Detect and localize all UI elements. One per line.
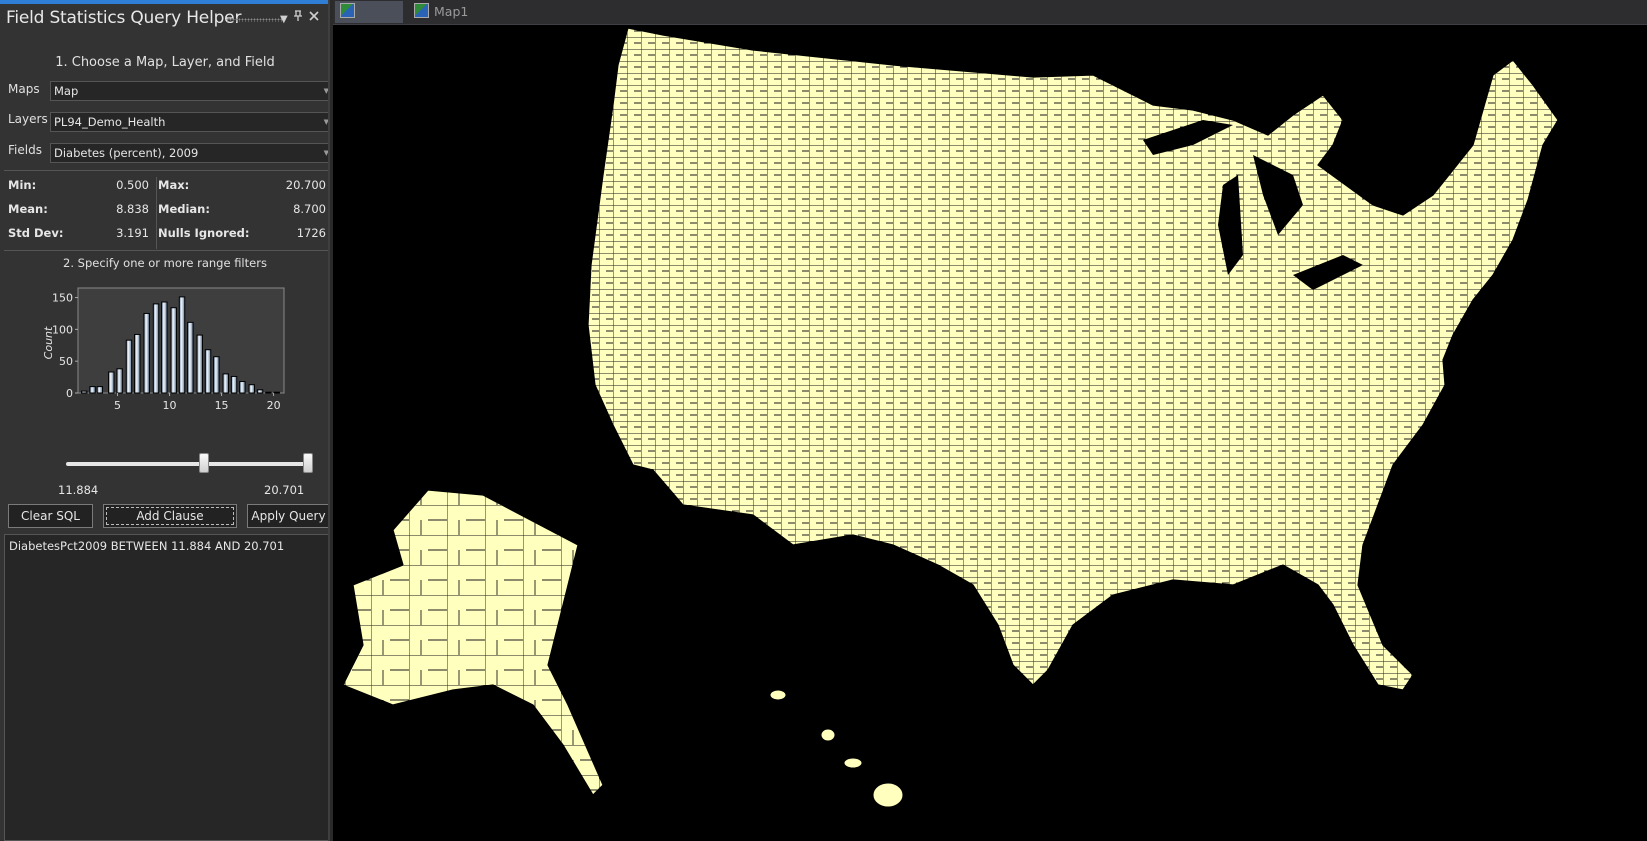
histogram-bar [81, 390, 88, 394]
histogram-bar [230, 375, 238, 394]
pane-title: Field Statistics Query Helper [6, 8, 242, 28]
nulls-ignored-label: Nulls Ignored: [158, 226, 250, 240]
conterminous-us[interactable] [587, 27, 1559, 691]
histogram-bar [222, 373, 229, 394]
y-tick-label: 50 [59, 355, 73, 368]
close-pane-icon[interactable] [309, 10, 319, 26]
histogram-bar [213, 356, 220, 394]
median-label: Median: [158, 202, 210, 216]
y-tick-label: 150 [52, 292, 73, 305]
clear-sql-button[interactable]: Clear SQL [8, 504, 93, 528]
histogram-bar [265, 391, 272, 394]
hawaii[interactable] [769, 689, 904, 808]
tab-label: Map1 [434, 4, 469, 19]
range-slider-low-thumb[interactable] [199, 453, 210, 473]
histogram-bar [196, 334, 203, 394]
nulls-ignored-value: 1726 [296, 226, 326, 240]
histogram-bar [161, 301, 168, 394]
field-statistics-pane: Field Statistics Query Helper ▼ 1. Choos… [0, 0, 334, 841]
maps-value: Map [54, 84, 79, 98]
range-slider-high-thumb[interactable] [303, 453, 313, 473]
tab-map1[interactable]: Map1 [409, 1, 469, 23]
x-tick-label: 20 [267, 399, 281, 412]
layers-value: PL94_Demo_Health [54, 115, 166, 129]
histogram-bar [178, 296, 186, 394]
histogram-bar [187, 321, 194, 394]
range-slider-track[interactable] [66, 462, 311, 466]
std-dev-label: Std Dev: [8, 226, 64, 240]
us-counties-map[interactable] [333, 25, 1647, 841]
maps-label: Maps [8, 82, 40, 96]
tab-map[interactable]: Map✕ [335, 1, 403, 41]
histogram-bar [134, 333, 141, 394]
mean-value: 8.838 [116, 202, 149, 216]
histogram-bar [143, 312, 150, 394]
max-value: 20.700 [285, 178, 326, 192]
pin-icon[interactable] [293, 10, 303, 27]
alaska[interactable] [342, 489, 604, 796]
divider [4, 170, 330, 171]
y-tick-label: 0 [66, 387, 73, 400]
histogram-bar [273, 391, 280, 394]
y-tick-label: 100 [52, 323, 73, 336]
maps-dropdown[interactable]: Map ▼ [50, 81, 334, 101]
histogram-bar [89, 386, 96, 394]
step1-heading: 1. Choose a Map, Layer, and Field [55, 55, 275, 70]
histogram-bar [248, 384, 255, 394]
mean-label: Mean: [8, 202, 48, 216]
layers-dropdown[interactable]: PL94_Demo_Health ▼ [50, 112, 334, 132]
layers-label: Layers [8, 112, 48, 126]
histogram-bar [125, 339, 133, 394]
min-label: Min: [8, 178, 37, 192]
map-icon [340, 3, 355, 18]
map-icon [414, 3, 429, 18]
step2-heading: 2. Specify one or more range filters [63, 256, 267, 270]
min-value: 0.500 [116, 178, 149, 192]
slider-high-value: 20.701 [264, 483, 305, 497]
histogram-bar [170, 307, 177, 394]
histogram-bar [239, 381, 246, 394]
x-tick-label: 15 [215, 399, 229, 412]
slider-low-value: 11.884 [58, 483, 99, 497]
pane-menu-icon[interactable]: ▼ [280, 12, 288, 28]
histogram-bar [204, 349, 212, 394]
std-dev-value: 3.191 [116, 226, 149, 240]
histogram-bar [116, 368, 123, 394]
histogram-bar [96, 386, 104, 394]
stats-divider [156, 177, 157, 249]
fields-dropdown[interactable]: Diabetes (percent), 2009 ▼ [50, 143, 334, 163]
x-tick-label: 10 [163, 399, 177, 412]
map-tab-bar: Map✕ Map1 [333, 0, 1647, 41]
histogram-bar [108, 371, 115, 394]
max-label: Max: [158, 178, 190, 192]
pane-drag-handle[interactable] [226, 18, 282, 22]
divider [4, 250, 330, 251]
apply-query-button[interactable]: Apply Query [247, 504, 330, 528]
histogram-bar [152, 303, 160, 394]
histogram-bar [256, 389, 264, 394]
histogram-chart: 0 50 100 150 5 10 15 20 Count [42, 287, 285, 412]
x-tick-label: 5 [114, 399, 121, 412]
map-view[interactable] [333, 25, 1647, 841]
y-axis-label: Count [42, 326, 55, 359]
sql-expression-textarea[interactable]: DiabetesPct2009 BETWEEN 11.884 AND 20.70… [4, 534, 330, 841]
pane-active-indicator [0, 0, 330, 4]
fields-value: Diabetes (percent), 2009 [54, 146, 199, 160]
median-value: 8.700 [293, 202, 326, 216]
add-clause-button[interactable]: Add Clause [103, 504, 237, 528]
fields-label: Fields [8, 143, 42, 157]
